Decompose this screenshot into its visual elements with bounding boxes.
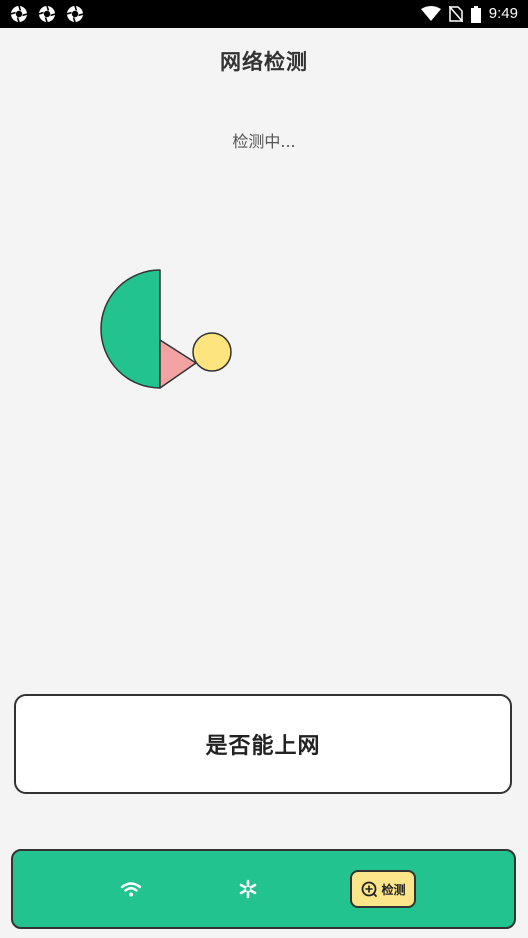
nav-speed-tab[interactable] [238,879,258,899]
aperture-icon [10,5,28,23]
internet-check-card[interactable]: 是否能上网 [14,694,512,794]
system-icons: 9:49 [420,4,518,24]
asterisk-icon [239,879,257,899]
bottom-nav: 检测 [11,849,516,929]
progress-pie [100,269,232,389]
pie-slice-yellow [192,332,232,372]
notification-icons [10,5,84,23]
pie-slice-green [100,269,161,389]
wifi-icon [120,882,142,897]
nav-wifi-tab[interactable] [120,881,142,897]
detect-icon [362,881,378,897]
status-bar: 9:49 [0,0,528,28]
aperture-icon [38,5,56,23]
clock: 9:49 [488,5,518,22]
battery-icon [470,5,481,23]
nav-detect-label: 检测 [381,882,406,897]
detection-status: 检测中... [232,132,296,151]
page-title: 网络检测 [220,50,308,74]
wifi-signal-icon [420,6,441,21]
internet-check-label: 是否能上网 [205,734,321,759]
nav-detect-tab[interactable]: 检测 [350,870,416,908]
pie-slice-pink [159,339,197,389]
no-sim-icon [448,6,463,22]
aperture-icon [66,5,84,23]
